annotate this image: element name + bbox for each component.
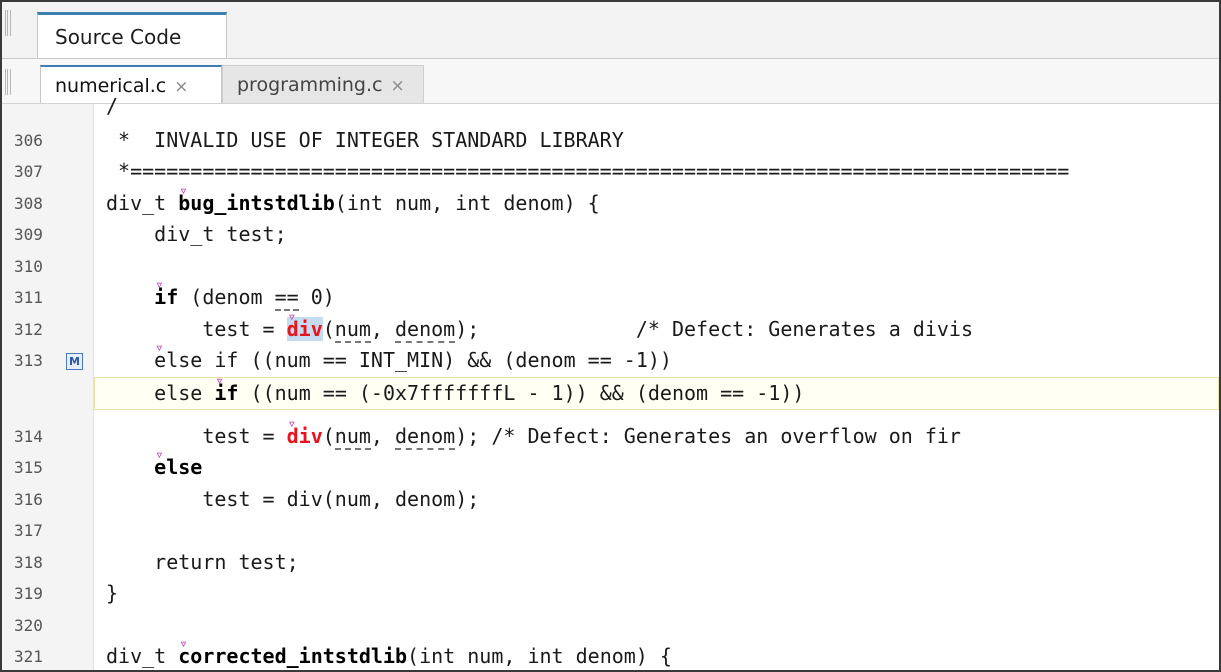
code-line-306: 306 * INVALID USE OF INTEGER STANDARD LI…: [2, 124, 1219, 157]
code-part: test =: [106, 317, 287, 341]
code-line-319: 319 }: [2, 577, 1219, 610]
defect-div-call[interactable]: div: [286, 317, 323, 341]
line-number: 318: [14, 553, 43, 572]
code-part: (: [322, 424, 335, 448]
code-line-311: 311 if (denom == 0): [2, 281, 1219, 314]
tab-source-code[interactable]: Source Code: [37, 12, 227, 58]
source-code-window: Source Code numerical.c × programming.c × …: [0, 0, 1221, 672]
panel-header: Source Code: [2, 2, 1219, 59]
line-number: 320: [14, 616, 43, 635]
code-part: else: [154, 381, 215, 405]
code-line-312: 312 test = div(num, denom); /* Defect: G…: [2, 313, 1219, 346]
code-comment: ); /* Defect: Generates an overflow on f…: [455, 424, 961, 448]
code-line-313: 313 M else if ((num == INT_MIN) && (deno…: [2, 344, 1219, 377]
code-line-309: 309 div_t test;: [2, 218, 1219, 251]
code-line-308: 308 div_t bug_intstdlib(int num, int den…: [2, 187, 1219, 220]
function-name-corrected-intstdlib[interactable]: corrected_intstdlib: [178, 644, 407, 668]
line-number: 319: [14, 584, 43, 603]
line-number: 313: [14, 351, 43, 370]
code-text: return test;: [106, 550, 299, 574]
code-text: *=======================================…: [106, 159, 1070, 183]
code-comment: ); /* Defect: Generates a divis: [455, 317, 973, 341]
code-line-partial: /: [2, 90, 1219, 123]
code-line-317: 317: [2, 514, 1219, 547]
code-text: else if ((num == (-0x7fffffffL - 1)) && …: [106, 377, 804, 410]
code-text: if (denom == 0): [106, 281, 335, 314]
code-params: (int num, int denom) {: [334, 191, 600, 215]
code-text: else if ((num == INT_MIN) && (denom == -…: [106, 344, 672, 377]
code-else-if-int-min: else if ((num == INT_MIN) && (denom == -…: [154, 348, 672, 372]
line-number: 310: [14, 257, 43, 276]
code-text: else: [106, 451, 202, 484]
line-number: 311: [14, 288, 43, 307]
code-part: ((num == (-0x7fffffffL - 1)) && (denom =…: [238, 381, 805, 405]
line-number: 315: [14, 458, 43, 477]
line-number: 312: [14, 320, 43, 339]
line-number: 321: [14, 647, 43, 666]
code-text: test = div(num, denom); /* Defect: Gener…: [106, 313, 973, 346]
code-text: }: [106, 581, 119, 605]
code-line-318: 318 return test;: [2, 546, 1219, 579]
code-line-314: 314 test = div(num, denom); /* Defect: G…: [2, 420, 1219, 453]
code-line-310: 310: [2, 250, 1219, 283]
code-line-315: 315 else: [2, 451, 1219, 484]
code-part: ,: [370, 424, 396, 448]
code-part: ,: [370, 317, 396, 341]
code-type: div_t: [106, 191, 179, 215]
code-text: test = div(num, denom); /* Defect: Gener…: [106, 420, 961, 453]
function-name-bug-intstdlib[interactable]: bug_intstdlib: [178, 191, 335, 215]
line-number: 306: [14, 131, 43, 150]
tab-source-code-label: Source Code: [55, 25, 182, 49]
code-editor[interactable]: / 306 * INVALID USE OF INTEGER STANDARD …: [2, 94, 1219, 670]
code-line-suggested: else if ((num == (-0x7fffffffL - 1)) && …: [2, 377, 1219, 410]
keyword-else[interactable]: else: [154, 455, 202, 479]
arg-denom: denom: [395, 317, 456, 343]
code-params: (int num, int denom) {: [407, 644, 672, 668]
code-text: div_t corrected_intstdlib(int num, int d…: [106, 640, 672, 670]
arg-denom: denom: [395, 424, 456, 450]
code-line-321: 321 div_t corrected_intstdlib(int num, i…: [2, 640, 1219, 670]
line-number: 317: [14, 521, 43, 540]
code-line-316: 316 test = div(num, denom);: [2, 483, 1219, 516]
line-number: 307: [14, 162, 43, 181]
code-text: /: [106, 94, 119, 118]
code-part: test =: [106, 424, 287, 448]
code-part: (: [322, 317, 335, 341]
panel-grip-handle[interactable]: [5, 10, 11, 36]
code-text: test = div(num, denom);: [106, 487, 480, 511]
line-number: 308: [14, 194, 43, 213]
defect-div-call[interactable]: div: [287, 424, 323, 448]
arg-num: num: [334, 317, 371, 343]
keyword-if[interactable]: if: [214, 381, 238, 405]
code-text: * INVALID USE OF INTEGER STANDARD LIBRAR…: [106, 128, 624, 152]
arg-num: num: [334, 424, 371, 450]
keyword-if[interactable]: if: [154, 285, 178, 309]
code-type: div_t: [106, 644, 179, 668]
line-number: 314: [14, 427, 43, 446]
line-number: 316: [14, 490, 43, 509]
code-part: (denom: [178, 285, 275, 309]
code-text: div_t test;: [106, 222, 287, 246]
code-text: div_t bug_intstdlib(int num, int denom) …: [106, 187, 600, 220]
code-part: 0): [298, 285, 335, 309]
line-number: 309: [14, 225, 43, 244]
modified-badge-icon[interactable]: M: [66, 353, 83, 370]
